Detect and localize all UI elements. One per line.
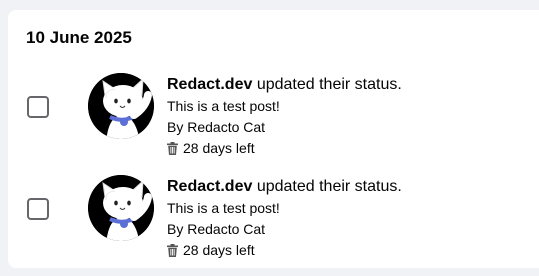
activity-item: Redact.dev updated their status. This is… [8,70,539,166]
byline: By Redacto Cat [167,221,266,237]
post-text: This is a test post! [167,200,280,216]
cat-avatar-icon[interactable] [88,175,154,241]
action-text: updated their status. [252,76,402,93]
author-name[interactable]: Redact.dev [167,76,252,93]
activity-text: Redact.dev updated their status. This is… [167,176,402,261]
expiry-text: 28 days left [183,242,255,258]
post-text: This is a test post! [167,98,280,114]
activity-item: Redact.dev updated their status. This is… [8,172,539,268]
expiry-row: 28 days left [167,138,402,159]
trash-icon [167,244,178,257]
date-heading: 10 June 2025 [26,28,132,47]
byline: By Redacto Cat [167,119,266,135]
activity-text: Redact.dev updated their status. This is… [167,74,402,159]
expiry-text: 28 days left [183,140,255,156]
activity-headline: Redact.dev updated their status. [167,74,402,96]
select-checkbox[interactable] [27,198,49,220]
select-checkbox[interactable] [27,96,49,118]
cat-avatar-icon[interactable] [88,73,154,139]
author-name[interactable]: Redact.dev [167,178,252,195]
activity-headline: Redact.dev updated their status. [167,176,402,198]
action-text: updated their status. [252,178,402,195]
expiry-row: 28 days left [167,240,402,261]
trash-icon [167,142,178,155]
activity-panel: 10 June 2025 Redact.dev updated their st… [8,10,539,268]
